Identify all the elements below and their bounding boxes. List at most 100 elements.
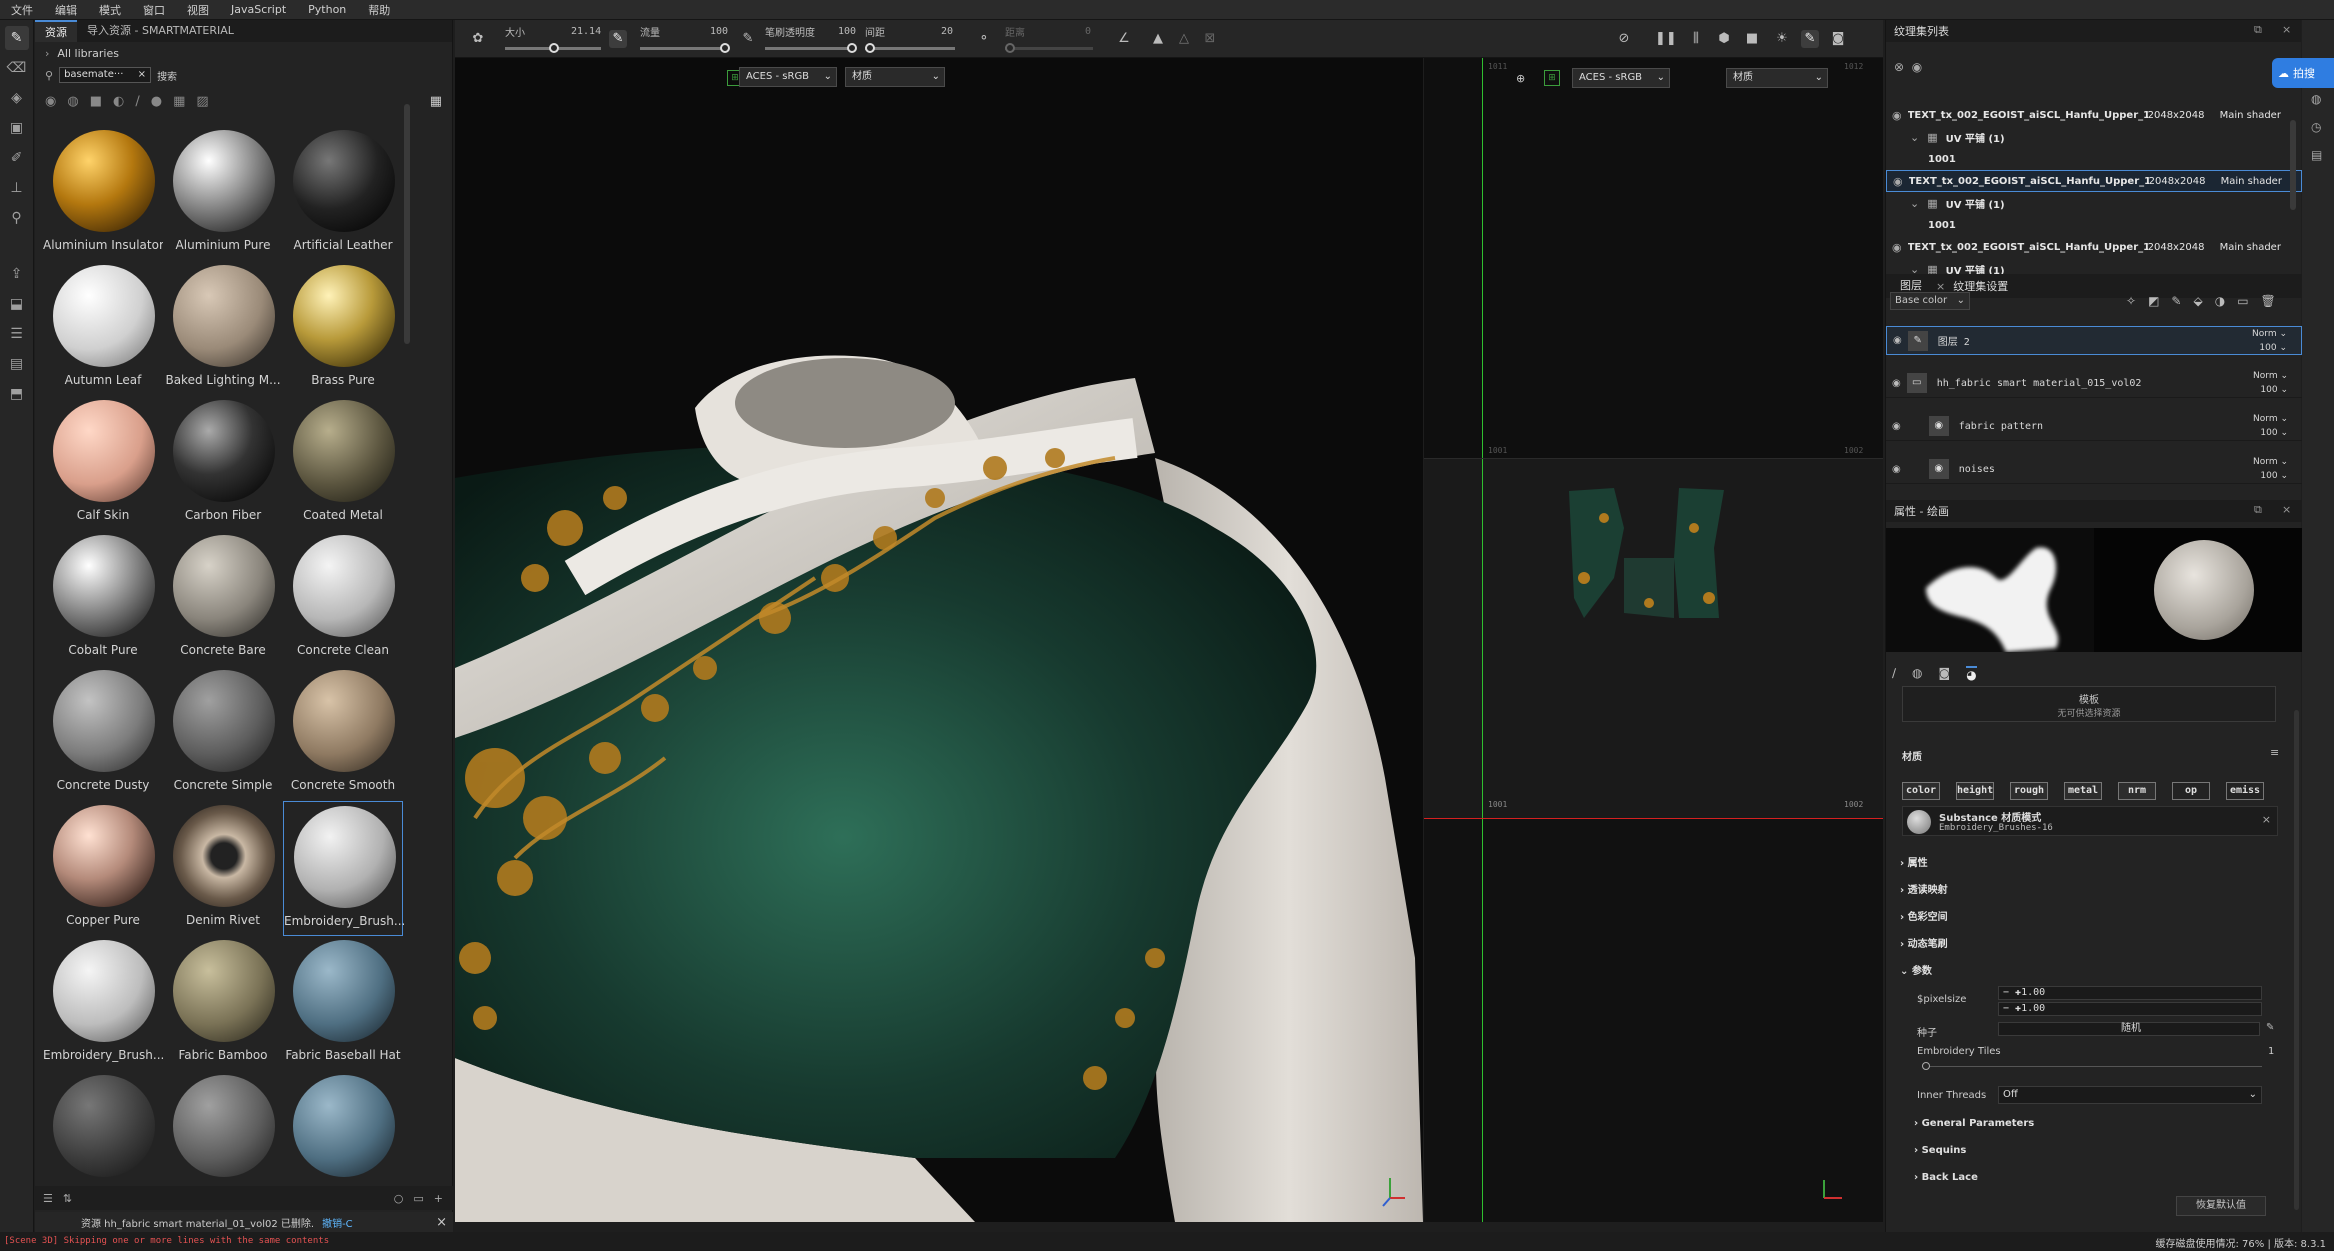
- menu-javascript[interactable]: JavaScript: [220, 3, 297, 16]
- pixelsize-field-1[interactable]: − ✚1.00: [1998, 986, 2262, 1000]
- chevron-down-icon[interactable]: ⌄: [1910, 131, 1919, 144]
- close-icon[interactable]: ×: [436, 1215, 447, 1230]
- shelf-scrollbar[interactable]: [404, 104, 410, 344]
- search-assist-button[interactable]: ☁ 拍搜: [2272, 58, 2334, 88]
- channel-toggle-emiss[interactable]: emiss: [2226, 782, 2264, 800]
- material-thumbnail[interactable]: Fabric Bamboo: [163, 936, 283, 1071]
- screenshot-icon[interactable]: ◙: [1829, 30, 1847, 48]
- layer-opacity[interactable]: 100 ⌄: [2260, 428, 2288, 438]
- material-thumbnail[interactable]: Concrete Dusty: [43, 666, 163, 801]
- material-thumbnail[interactable]: Embroidery_Brush...: [43, 936, 163, 1071]
- folder-icon[interactable]: ▭: [413, 1192, 423, 1205]
- close-icon[interactable]: ×: [2262, 813, 2271, 826]
- parameter-group-toggle[interactable]: › Back Lace: [1914, 1172, 1978, 1183]
- menu-mode[interactable]: 模式: [88, 2, 132, 18]
- material-thumbnail[interactable]: Aluminium Pure: [163, 126, 283, 261]
- viewport-mode-dropdown[interactable]: 材质 ⌄: [845, 67, 945, 87]
- angle-icon[interactable]: ∠: [1115, 30, 1133, 48]
- close-icon[interactable]: ×: [2282, 503, 2291, 516]
- search-input[interactable]: 搜索: [157, 68, 177, 83]
- section-toggle[interactable]: ⌄ 参数: [1900, 962, 1932, 977]
- add-mask-icon[interactable]: ◑: [2215, 294, 2225, 308]
- uv-tile-group[interactable]: ⌄ ▦ UV 平铺 (1): [1886, 192, 2302, 214]
- filter-smart-material-icon[interactable]: ◍: [67, 94, 78, 109]
- material-thumbnail[interactable]: Copper Pure: [43, 801, 163, 936]
- eraser-icon[interactable]: ⌫: [5, 56, 29, 80]
- channel-toggle-op[interactable]: op: [2172, 782, 2210, 800]
- layer-blend[interactable]: Norm ⌄: [2253, 457, 2288, 467]
- filter-material-icon[interactable]: ◉: [45, 94, 56, 109]
- delete-icon[interactable]: 🗑: [2261, 294, 2276, 308]
- size-slider[interactable]: [505, 43, 601, 53]
- edit-seed-icon[interactable]: ✎: [2266, 1022, 2274, 1033]
- viewport-2d-uv[interactable]: 1011 1012 1001 1002 1001 1002 ⊕ ⊞ ACES -…: [1424, 58, 1883, 1222]
- eye-icon[interactable]: ◉: [1892, 109, 1902, 122]
- log-icon[interactable]: ▤: [2311, 148, 2322, 162]
- channel-toggle-rough[interactable]: rough: [2010, 782, 2048, 800]
- material-thumbnail[interactable]: Brass Pure: [283, 261, 403, 396]
- section-toggle[interactable]: › 属性: [1900, 854, 1928, 869]
- search-filter-chip[interactable]: basemate··· ×: [59, 67, 152, 83]
- filter-generator-icon[interactable]: ◐: [113, 94, 124, 109]
- layer-opacity[interactable]: 100 ⌄: [2259, 343, 2287, 353]
- material-thumbnail[interactable]: Cobalt Pure: [43, 531, 163, 666]
- uv-snap-icon[interactable]: ⊕: [1516, 72, 1525, 85]
- add-icon[interactable]: +: [434, 1192, 443, 1205]
- texture-set-item[interactable]: ◉ TEXT_tx_002_EGOIST_aiSCL_Hanfu_Upper_1.…: [1886, 170, 2302, 192]
- tab-import-smartmaterial[interactable]: 导入资源 - SMARTMATERIAL: [77, 20, 244, 42]
- material-thumbnail[interactable]: Artificial Leather: [283, 126, 403, 261]
- distance-slider[interactable]: [1005, 43, 1093, 53]
- symmetry-icon[interactable]: ▲: [1149, 30, 1167, 48]
- texture-set-icon[interactable]: ◍: [2311, 92, 2322, 106]
- refresh-icon[interactable]: ○: [394, 1192, 404, 1205]
- alpha-tab-icon[interactable]: ◍: [1912, 666, 1922, 682]
- library-selector[interactable]: › All libraries: [35, 42, 452, 64]
- material-thumbnail[interactable]: Concrete Simple: [163, 666, 283, 801]
- material-thumbnail[interactable]: Autumn Leaf: [43, 261, 163, 396]
- parameter-group-toggle[interactable]: › General Parameters: [1914, 1118, 2034, 1129]
- split-view-icon[interactable]: ⫼: [1687, 30, 1705, 48]
- symmetry-settings-icon[interactable]: ⊠: [1201, 30, 1219, 48]
- projection-icon[interactable]: ◈: [5, 86, 29, 110]
- layer-opacity[interactable]: 100 ⌄: [2260, 471, 2288, 481]
- geometry-mask-icon[interactable]: ▣: [5, 116, 29, 140]
- channel-toggle-nrm[interactable]: nrm: [2118, 782, 2156, 800]
- menu-file[interactable]: 文件: [0, 2, 44, 18]
- export-icon[interactable]: ⇪: [5, 262, 29, 286]
- material-thumbnail[interactable]: Aluminium Insulator: [43, 126, 163, 261]
- menu-window[interactable]: 窗口: [132, 2, 176, 18]
- viewport-3d[interactable]: ⊞ ACES - sRGB ⌄ 材质 ⌄: [455, 58, 1423, 1222]
- properties-scrollbar[interactable]: [2294, 710, 2299, 1210]
- section-toggle[interactable]: › 透读映射: [1900, 881, 1948, 896]
- spacing-slider[interactable]: [865, 43, 955, 53]
- material-thumbnail[interactable]: Concrete Smooth: [283, 666, 403, 801]
- eye-icon[interactable]: ◉: [1892, 378, 1901, 389]
- layer-row[interactable]: ◉ ✎ 图层 2 Norm ⌄ 100 ⌄: [1886, 326, 2302, 355]
- material-thumbnail[interactable]: Denim Rivet: [163, 801, 283, 936]
- eye-icon[interactable]: ◉: [1893, 335, 1902, 346]
- float-panel-icon[interactable]: ⧉: [2254, 503, 2262, 517]
- pressure-size-icon[interactable]: ✎: [609, 30, 627, 48]
- brush-tab-icon[interactable]: ∕: [1892, 666, 1896, 682]
- eye-icon[interactable]: ◉: [1892, 464, 1901, 475]
- symmetry-mirror-icon[interactable]: △: [1175, 30, 1193, 48]
- add-fill-layer-icon[interactable]: ⬙: [2193, 294, 2202, 308]
- pixelsize-field-2[interactable]: − ✚1.00: [1998, 1002, 2262, 1016]
- add-paint-layer-icon[interactable]: ✎: [2171, 294, 2181, 308]
- material-thumbnail[interactable]: Coated Metal: [283, 396, 403, 531]
- inner-threads-dropdown[interactable]: Off ⌄: [1998, 1086, 2262, 1104]
- undo-link[interactable]: 撤销-C: [322, 1215, 353, 1230]
- channel-toggle-metal[interactable]: metal: [2064, 782, 2102, 800]
- layer-blend[interactable]: Norm ⌄: [2253, 414, 2288, 424]
- layer-row[interactable]: ◉ ▭ hh_fabric smart material_015_vol02 Norm…: [1886, 369, 2302, 398]
- material-thumbnail[interactable]: Concrete Clean: [283, 531, 403, 666]
- paint-brush-icon[interactable]: ✎: [4, 26, 29, 50]
- embroidery-tiles-slider[interactable]: [1922, 1062, 2262, 1070]
- material-thumbnail[interactable]: Carbon Fiber: [163, 396, 283, 531]
- close-icon[interactable]: ×: [138, 68, 146, 82]
- parameter-group-toggle[interactable]: › Sequins: [1914, 1145, 1966, 1156]
- eye-icon[interactable]: ◉: [1912, 60, 1922, 74]
- pressure-flow-icon[interactable]: ✎: [739, 30, 757, 48]
- grid-view-icon[interactable]: ▦: [430, 94, 442, 109]
- channel-dropdown[interactable]: Base color ⌄: [1890, 292, 1970, 310]
